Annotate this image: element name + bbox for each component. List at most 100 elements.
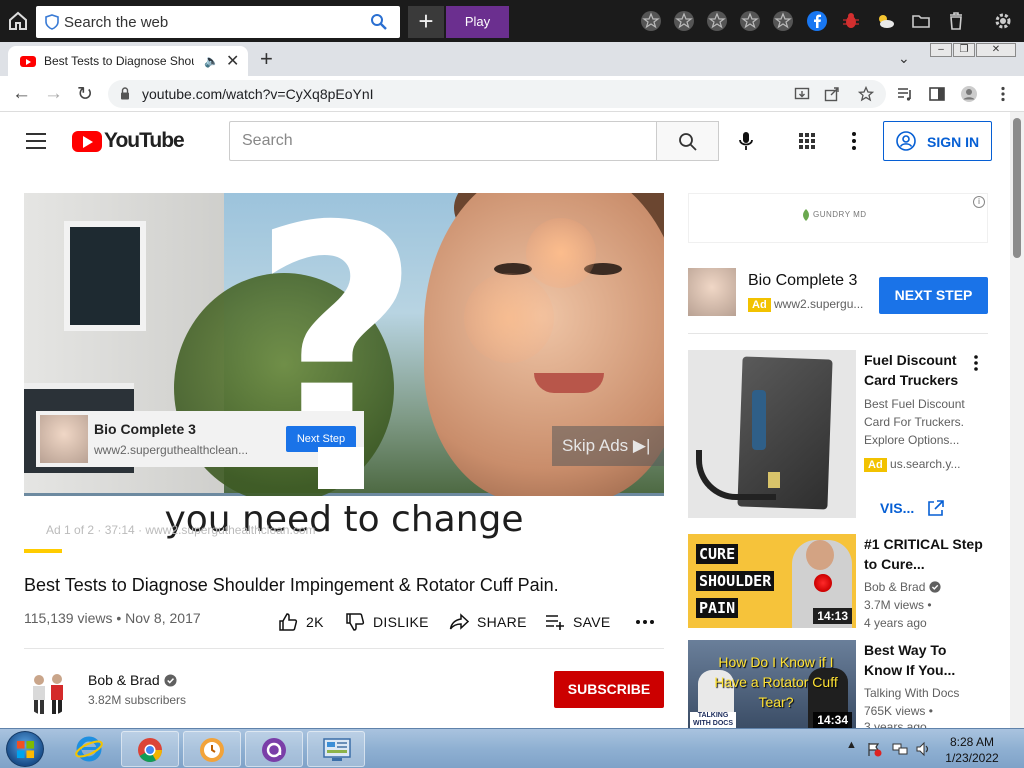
clock-app-taskbar-button[interactable] — [183, 731, 241, 767]
control-panel-taskbar-button[interactable] — [307, 731, 365, 767]
more-options-icon[interactable] — [974, 355, 978, 371]
close-tab-icon[interactable]: ✕ — [226, 51, 239, 71]
video-view-count: 115,139 views • Nov 8, 2017 — [24, 610, 201, 626]
sign-in-button[interactable]: SIGN IN — [883, 121, 992, 161]
star-icon[interactable] — [706, 10, 728, 32]
youtube-search-input[interactable]: Search — [229, 121, 656, 161]
windows-taskbar: ▲ 8:28 AM 1/23/2022 — [0, 728, 1024, 768]
share-arrow-icon — [449, 613, 469, 630]
show-hidden-icons-icon[interactable]: ▲ — [846, 739, 862, 755]
forward-icon[interactable]: → — [44, 83, 63, 105]
save-button[interactable]: SAVE — [545, 612, 611, 632]
star-icon[interactable] — [673, 10, 695, 32]
windows-logo-icon — [16, 740, 35, 759]
verified-badge-icon — [163, 674, 177, 687]
more-options-icon[interactable] — [852, 132, 856, 150]
sidebar-banner-ad[interactable]: GUNDRY MD i — [688, 193, 988, 243]
youtube-search-button[interactable] — [656, 121, 719, 161]
fuel-ad-visit-button[interactable]: VIS... — [864, 490, 960, 526]
assistant-app-taskbar-button[interactable] — [245, 731, 303, 767]
install-app-icon[interactable] — [794, 86, 810, 102]
gear-icon[interactable] — [992, 10, 1014, 32]
youtube-logo-icon[interactable] — [72, 131, 102, 152]
share-page-icon[interactable] — [824, 86, 840, 102]
home-icon[interactable] — [6, 9, 30, 33]
side-panel-icon[interactable] — [928, 85, 946, 103]
media-control-icon[interactable] — [896, 85, 914, 103]
sidebar-ad-name: Bio Complete 3 — [748, 272, 858, 289]
skip-ads-button[interactable]: Skip Ads ▶| — [552, 426, 664, 466]
suggested-video-thumbnail[interactable]: How Do I Know if I Have a Rotator Cuff T… — [688, 640, 856, 728]
suggested-video-age: 4 years ago — [864, 616, 927, 630]
clock-app-icon — [200, 738, 224, 762]
play-button[interactable]: Play — [446, 6, 509, 38]
channel-avatar[interactable] — [24, 668, 72, 716]
trash-icon[interactable] — [945, 10, 967, 32]
network-icon[interactable] — [892, 741, 908, 757]
dislike-button[interactable]: DISLIKE — [345, 612, 429, 632]
youtube-logo-text[interactable]: YouTube — [104, 129, 185, 153]
bookmark-star-icon[interactable] — [858, 86, 874, 102]
suggested-video-title[interactable]: #1 CRITICAL Step to Cure... — [864, 534, 984, 574]
lens-flare — [464, 273, 554, 363]
fuel-ad-thumbnail[interactable] — [688, 350, 856, 518]
url-field[interactable]: youtube.com/watch?v=CyXq8pEoYnI — [108, 80, 886, 108]
youtube-header: YouTube Search SIGN IN — [0, 112, 1010, 170]
close-window-button[interactable]: ✕ — [976, 43, 1016, 57]
thumb-text-line: SHOULDER — [696, 571, 775, 591]
fuel-ad-domain: us.search.y... — [890, 457, 961, 471]
minimize-button[interactable]: ‒ — [930, 43, 952, 57]
star-icon[interactable] — [772, 10, 794, 32]
more-actions-icon[interactable] — [636, 620, 654, 624]
star-icon[interactable] — [739, 10, 761, 32]
page-scrollbar[interactable] — [1010, 112, 1024, 728]
new-tab-button[interactable]: + — [260, 46, 273, 72]
volume-icon[interactable] — [915, 741, 931, 757]
dislike-label: DISLIKE — [373, 614, 429, 630]
reload-icon[interactable]: ↻ — [77, 83, 93, 106]
thumb-pain-spot — [814, 574, 832, 592]
microphone-icon[interactable] — [736, 130, 756, 152]
internet-explorer-taskbar-button[interactable] — [60, 731, 118, 767]
channel-name[interactable]: Bob & Brad — [88, 672, 177, 688]
sidebar-ad-row[interactable]: Bio Complete 3 Ad www2.supergu... NEXT S… — [688, 268, 988, 328]
new-button[interactable]: + — [408, 6, 444, 38]
folder-icon[interactable] — [910, 10, 932, 32]
tab-youtube-video[interactable]: Best Tests to Diagnose Shoul 🔈 ✕ — [8, 46, 248, 76]
web-search-box[interactable]: Search the web — [36, 6, 400, 38]
video-player[interactable]: ? you need to change Ad 1 of 2 · 37:14 ·… — [24, 193, 664, 553]
channel-name-text: Bob & Brad — [88, 672, 160, 688]
action-center-flag-icon[interactable] — [866, 741, 882, 757]
ad-progress-bar[interactable] — [24, 549, 63, 553]
back-icon[interactable]: ← — [12, 83, 31, 105]
ad-info-icon[interactable]: i — [973, 196, 985, 208]
weather-icon[interactable] — [874, 10, 896, 32]
browser-menu-icon[interactable] — [994, 85, 1012, 103]
hamburger-menu-icon[interactable] — [26, 133, 46, 149]
chrome-taskbar-button[interactable] — [121, 731, 179, 767]
search-icon[interactable] — [370, 13, 388, 31]
suggested-video-thumbnail[interactable]: CURE SHOULDER PAIN 14:13 — [688, 534, 856, 628]
share-button[interactable]: SHARE — [449, 612, 527, 632]
start-button[interactable] — [6, 731, 44, 767]
star-icon[interactable] — [640, 10, 662, 32]
maximize-button[interactable]: ❐ — [953, 43, 975, 57]
subscribe-button[interactable]: SUBSCRIBE — [554, 671, 664, 708]
bug-icon[interactable] — [840, 10, 862, 32]
profile-icon[interactable] — [960, 85, 978, 103]
player-ad-card[interactable]: Bio Complete 3 www2.superguthealthclean.… — [36, 411, 364, 489]
audio-playing-icon[interactable]: 🔈 — [204, 54, 219, 68]
tab-title: Best Tests to Diagnose Shoul — [44, 54, 194, 68]
scrollbar-thumb[interactable] — [1013, 118, 1021, 258]
sidebar-next-step-button[interactable]: NEXT STEP — [879, 277, 988, 314]
system-clock[interactable]: 8:28 AM 1/23/2022 — [940, 734, 1004, 766]
facebook-icon[interactable] — [806, 10, 828, 32]
fuel-ad-description: Best Fuel Discount Card For Truckers. Ex… — [864, 397, 965, 447]
suggested-video-age: 3 years ago — [864, 720, 927, 728]
suggested-video-title[interactable]: Best Way To Know If You... — [864, 640, 984, 680]
fuel-ad-title[interactable]: Fuel Discount Card Truckers — [864, 350, 974, 390]
like-button[interactable]: 2K — [278, 612, 324, 632]
tab-search-icon[interactable]: ⌄ — [898, 50, 910, 67]
save-label: SAVE — [573, 614, 611, 630]
apps-grid-icon[interactable] — [798, 132, 816, 150]
